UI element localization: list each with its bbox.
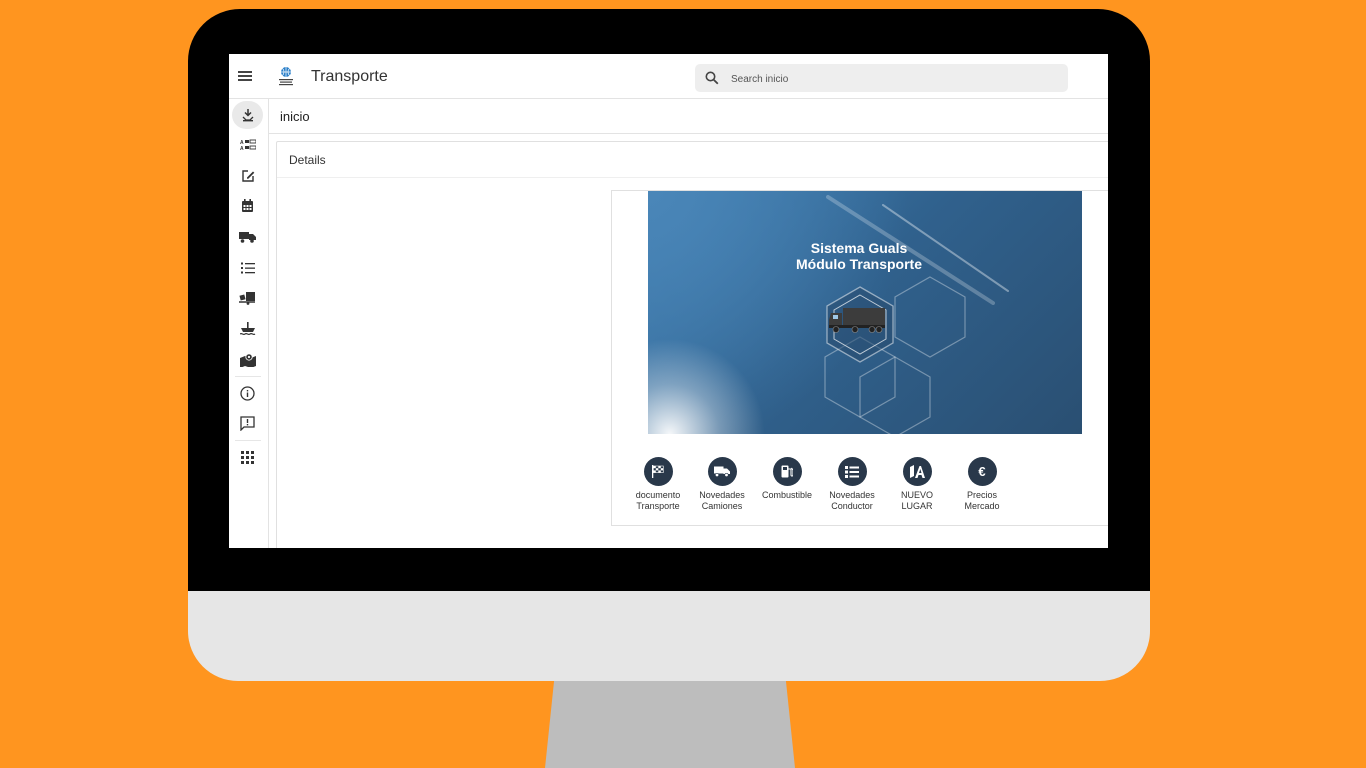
sidebar-item-list-detail[interactable]: A A (232, 131, 263, 159)
bullet-list-icon (240, 262, 255, 274)
download-icon (242, 109, 253, 122)
quick-action-novedades-conductor[interactable]: Novedades Conductor (820, 457, 884, 512)
sidebar-item-info[interactable] (232, 379, 263, 407)
sistema-guals-logo[interactable] (276, 66, 296, 88)
quick-action-label: documento (635, 490, 681, 500)
sidebar-item-inicio[interactable] (232, 101, 263, 129)
fuel-pump-icon (772, 457, 802, 486)
quick-action-label: LUGAR (901, 501, 933, 511)
quick-action-label: Camiones (701, 501, 743, 511)
quick-action-label: Novedades (699, 490, 745, 500)
monitor-chin (188, 586, 1150, 681)
quick-action-label: Precios (966, 490, 997, 500)
quick-action-novedades-camiones[interactable]: Novedades Camiones (690, 457, 754, 512)
sidebar-item-edit[interactable] (232, 162, 263, 190)
sidebar-item-ferry[interactable] (232, 315, 263, 343)
info-icon (240, 385, 255, 401)
banner-title: Sistema Guals (810, 240, 908, 256)
quick-action-label: Mercado (964, 501, 1000, 511)
app-screen: Transporte A A (229, 54, 1108, 548)
euro-icon: € (967, 457, 997, 486)
details-card-header: Details (277, 142, 1108, 178)
app-title: Transporte (311, 68, 388, 85)
map-location-icon (239, 353, 256, 367)
monitor-stand (545, 672, 795, 768)
quick-action-nuevo-lugar[interactable]: NUEVO LUGAR (885, 457, 949, 512)
truck-loading-icon (239, 291, 255, 305)
apps-grid-icon (241, 450, 254, 464)
ferry-icon (239, 322, 255, 336)
quick-action-label: NUEVO (900, 490, 933, 500)
quick-action-label: Conductor (831, 501, 873, 511)
sidebar-item-list[interactable] (232, 254, 263, 282)
sidebar-item-apps[interactable] (232, 443, 263, 471)
quick-action-precios-mercado[interactable]: € Precios Mercado (950, 457, 1014, 512)
quick-action-documento-transporte[interactable]: documento Transporte (626, 457, 690, 512)
module-panel: Sistema Guals Módulo Transporte document… (611, 190, 1108, 526)
quick-action-label: Novedades (829, 490, 875, 500)
module-banner: Sistema Guals Módulo Transporte (648, 191, 1082, 434)
breadcrumb: inicio (269, 99, 1108, 134)
breadcrumb-current[interactable]: inicio (280, 109, 310, 124)
sidebar-item-feedback[interactable] (232, 409, 263, 437)
truck-icon (239, 232, 256, 243)
calendar-icon (242, 199, 253, 212)
banner-subtitle: Módulo Transporte (796, 256, 922, 272)
hexagon-decoration (824, 195, 1009, 434)
quick-action-label: Combustible (761, 490, 813, 500)
menu-icon[interactable] (238, 71, 252, 81)
sidebar-item-calendar[interactable] (232, 192, 263, 220)
list-icon (837, 457, 867, 486)
search-input[interactable] (729, 68, 1053, 90)
checkered-flag-icon (643, 457, 673, 486)
details-card-title: Details (289, 153, 326, 167)
list-detail-icon: A A (240, 139, 256, 151)
sidebar-item-loading[interactable] (232, 284, 263, 312)
edit-icon (241, 170, 254, 182)
sidebar-item-map[interactable] (232, 346, 263, 374)
search-icon (705, 71, 719, 85)
sidebar: A A (229, 99, 269, 548)
truck-icon (707, 457, 737, 486)
sidebar-item-trucks[interactable] (232, 223, 263, 251)
svg-text:A: A (240, 146, 244, 151)
app-header: Transporte (229, 54, 1108, 99)
feedback-icon (240, 415, 255, 431)
place-icon (902, 457, 932, 486)
quick-action-combustible[interactable]: Combustible (755, 457, 819, 501)
quick-action-label: Transporte (636, 501, 680, 511)
search-bar[interactable] (695, 64, 1068, 92)
